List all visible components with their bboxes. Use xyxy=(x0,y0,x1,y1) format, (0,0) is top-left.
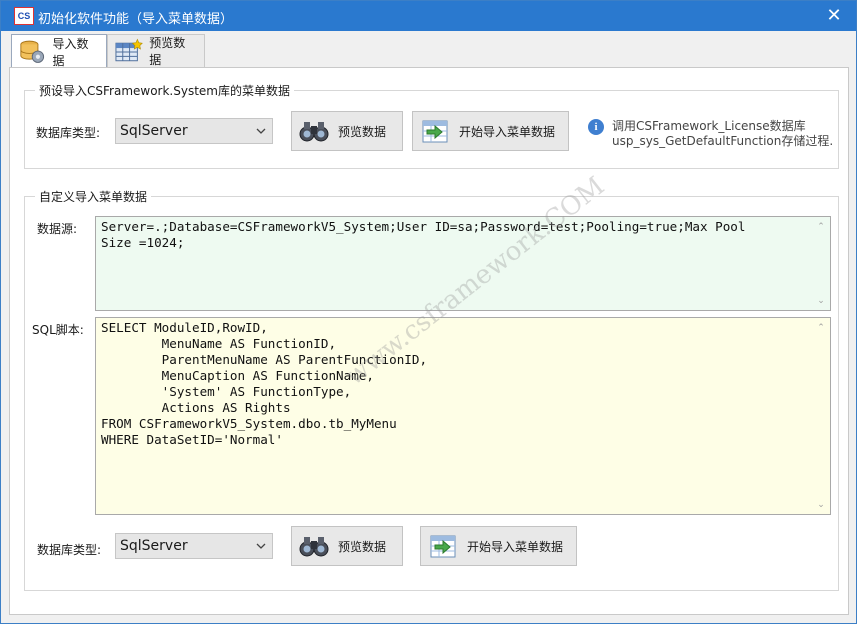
database-gear-icon xyxy=(20,40,45,63)
preset-import-group: 预设导入CSFramework.System库的菜单数据 数据库类型: SqlS… xyxy=(24,82,839,169)
chevron-down-icon xyxy=(256,128,266,134)
preset-import-label: 开始导入菜单数据 xyxy=(459,124,556,139)
custom-db-type-value: SqlServer xyxy=(120,538,188,554)
custom-import-group: 自定义导入菜单数据 数据源: Server=.;Database=CSFrame… xyxy=(24,188,839,591)
preset-db-type-label: 数据库类型: xyxy=(36,126,101,140)
preset-group-title: 预设导入CSFramework.System库的菜单数据 xyxy=(35,82,294,99)
app-logo-icon: CS xyxy=(14,7,34,25)
datasource-scrollbar[interactable]: ⌃ ⌄ xyxy=(812,217,829,310)
custom-db-type-select[interactable]: SqlServer xyxy=(115,533,273,559)
datasource-label: 数据源: xyxy=(37,222,78,236)
custom-group-title: 自定义导入菜单数据 xyxy=(35,188,152,205)
scroll-up-icon[interactable]: ⌃ xyxy=(816,222,826,232)
preset-db-type-select[interactable]: SqlServer xyxy=(115,118,273,144)
main-window: CS 初始化软件功能（导入菜单数据） ✕ 导入数据 预览数据 预设导入CSFra… xyxy=(0,0,857,624)
sql-script-input[interactable]: SELECT ModuleID,RowID, MenuName AS Funct… xyxy=(95,317,831,515)
tab-preview-label: 预览数据 xyxy=(149,36,186,67)
custom-import-button[interactable]: 开始导入菜单数据 xyxy=(420,526,577,566)
preset-db-type-value: SqlServer xyxy=(120,123,188,139)
preset-preview-button[interactable]: 预览数据 xyxy=(291,111,403,151)
table-import-icon xyxy=(422,120,448,143)
custom-preview-label: 预览数据 xyxy=(338,539,387,554)
sql-scrollbar[interactable]: ⌃ ⌄ xyxy=(812,318,829,514)
table-import-icon xyxy=(430,535,456,558)
scroll-up-icon[interactable]: ⌃ xyxy=(816,323,826,333)
custom-db-type-label: 数据库类型: xyxy=(37,543,102,557)
window-title: 初始化软件功能（导入菜单数据） xyxy=(38,12,234,27)
tab-import-data[interactable]: 导入数据 xyxy=(11,34,107,68)
content-panel: 预设导入CSFramework.System库的菜单数据 数据库类型: SqlS… xyxy=(9,67,849,615)
binoculars-icon xyxy=(299,537,329,557)
tab-import-label: 导入数据 xyxy=(52,36,89,68)
preset-import-button[interactable]: 开始导入菜单数据 xyxy=(412,111,569,151)
table-grid-icon xyxy=(115,38,143,62)
sql-script-label: SQL脚本: xyxy=(32,323,84,337)
preset-info-line2: usp_sys_GetDefaultFunction存储过程. xyxy=(612,134,834,148)
custom-preview-button[interactable]: 预览数据 xyxy=(291,526,403,566)
datasource-input[interactable]: Server=.;Database=CSFrameworkV5_System;U… xyxy=(95,216,831,311)
preset-preview-label: 预览数据 xyxy=(338,124,387,139)
custom-import-label: 开始导入菜单数据 xyxy=(467,539,564,554)
title-bar[interactable]: CS 初始化软件功能（导入菜单数据） ✕ xyxy=(1,1,856,31)
scroll-down-icon[interactable]: ⌄ xyxy=(816,500,826,510)
binoculars-icon xyxy=(299,122,329,142)
close-button[interactable]: ✕ xyxy=(812,1,856,31)
info-icon: i xyxy=(588,119,604,135)
preset-info-line1: 调用CSFramework_License数据库 xyxy=(612,119,806,133)
chevron-down-icon xyxy=(256,543,266,549)
scroll-down-icon[interactable]: ⌄ xyxy=(816,296,826,306)
tab-preview-data[interactable]: 预览数据 xyxy=(107,34,205,67)
